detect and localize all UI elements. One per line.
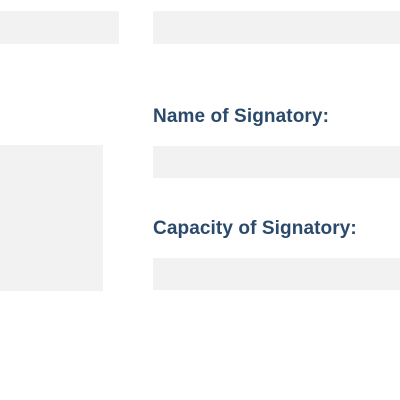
signature-box[interactable] (0, 145, 103, 291)
capacity-of-signatory-label: Capacity of Signatory: (153, 218, 357, 239)
top-right-input-field[interactable] (153, 11, 400, 44)
capacity-of-signatory-field[interactable] (153, 258, 400, 290)
top-left-input-field[interactable] (0, 11, 119, 44)
name-of-signatory-field[interactable] (153, 146, 400, 178)
name-of-signatory-label: Name of Signatory: (153, 106, 329, 127)
